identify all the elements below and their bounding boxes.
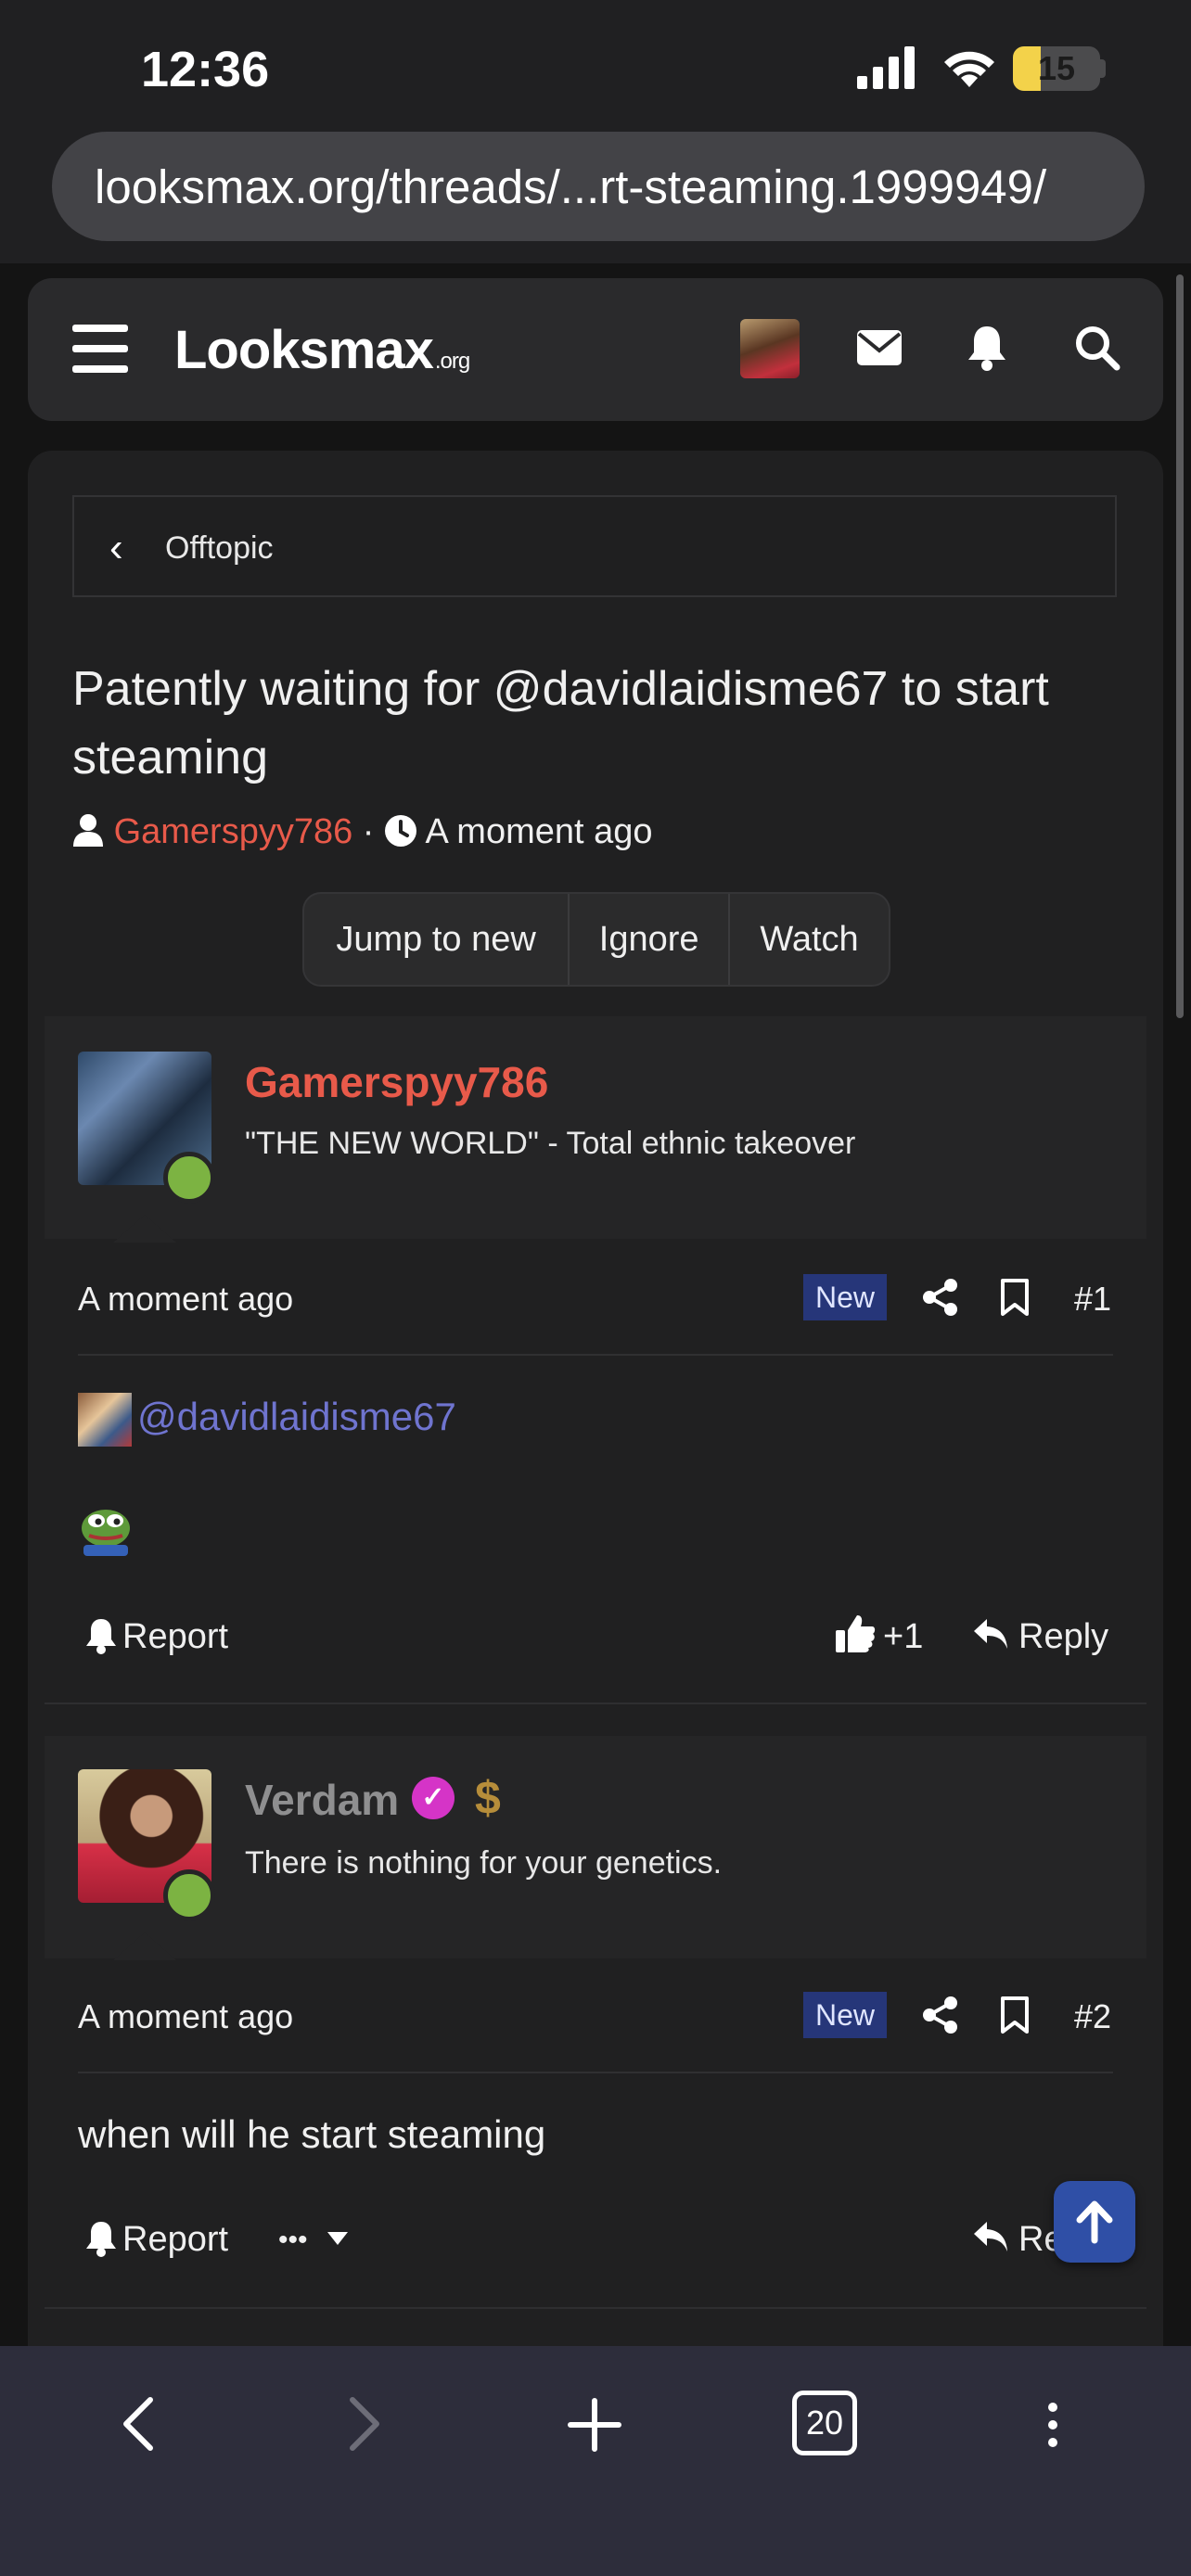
chevron-left-icon: ‹ <box>109 525 123 570</box>
logo-main: Looksmax <box>174 320 434 380</box>
status-time: 12:36 <box>141 42 270 97</box>
thumbs-up-icon[interactable] <box>835 1613 876 1654</box>
mail-icon[interactable] <box>857 330 902 365</box>
thread-author[interactable]: Gamerspyy786 <box>114 812 353 851</box>
bell-icon[interactable] <box>967 325 1007 371</box>
reply-icon[interactable] <box>972 1617 1009 1651</box>
arrow-up-icon <box>1076 2200 1113 2244</box>
thread-meta: Gamerspyy786 · A moment ago <box>72 812 653 852</box>
scroll-to-top-button[interactable] <box>1054 2181 1135 2263</box>
post-divider <box>45 2307 1146 2309</box>
logo-suffix: .org <box>434 349 470 374</box>
report-button[interactable]: Report <box>122 1617 228 1657</box>
share-icon[interactable] <box>922 1278 959 1317</box>
share-icon[interactable] <box>922 1996 959 2034</box>
account-avatar[interactable] <box>740 319 800 378</box>
bookmark-icon[interactable] <box>1000 1996 1030 2034</box>
mention-avatar <box>78 1393 132 1447</box>
menu-icon[interactable] <box>72 323 128 375</box>
scrollbar[interactable] <box>1176 274 1184 1018</box>
battery-cap <box>1100 59 1106 78</box>
header-notch <box>113 1215 176 1243</box>
watch-button[interactable]: Watch <box>730 894 889 985</box>
user-title: "THE NEW WORLD" - Total ethnic takeover <box>245 1126 856 1161</box>
jump-to-new-button[interactable]: Jump to new <box>304 894 570 985</box>
forward-icon <box>350 2397 379 2451</box>
post-divider <box>45 1702 1146 1704</box>
caret-down-icon[interactable] <box>327 2231 349 2246</box>
post-username[interactable]: Gamerspyy786 <box>245 1057 548 1107</box>
bell-icon <box>86 1619 116 1654</box>
divider <box>78 1354 1113 1356</box>
pepe-emoji-icon <box>82 1510 130 1556</box>
wifi-icon <box>944 51 994 87</box>
divider <box>78 2072 1113 2073</box>
thread-title: Patently waiting for @davidlaidisme67 to… <box>72 662 1049 784</box>
reply-button[interactable]: Reply <box>1018 1617 1108 1657</box>
post-time[interactable]: A moment ago <box>78 1997 293 2036</box>
user-icon <box>73 814 103 847</box>
new-badge: New <box>803 1274 887 1320</box>
ignore-button[interactable]: Ignore <box>570 894 731 985</box>
post-time[interactable]: A moment ago <box>78 1280 293 1319</box>
clock-icon <box>385 815 417 847</box>
post-body: when will he start steaming <box>78 2112 546 2156</box>
address-url[interactable]: looksmax.org/threads/...rt-steaming.1999… <box>95 159 1046 214</box>
more-menu-icon[interactable] <box>1043 2402 1063 2448</box>
header-notch <box>113 1932 176 1960</box>
thread-time[interactable]: A moment ago <box>425 812 652 851</box>
cellular-signal-icon <box>857 46 915 89</box>
like-count[interactable]: +1 <box>883 1617 923 1657</box>
user-title: There is nothing for your genetics. <box>245 1845 723 1881</box>
breadcrumb-label[interactable]: Offtopic <box>165 530 274 567</box>
report-button[interactable]: Report <box>122 2220 228 2260</box>
tab-count-button[interactable]: 20 <box>792 2391 857 2455</box>
reply-icon[interactable] <box>972 2220 1009 2253</box>
new-tab-icon[interactable] <box>568 2398 621 2452</box>
new-badge: New <box>803 1992 887 2038</box>
online-indicator <box>163 1152 215 1204</box>
user-mention[interactable]: @davidlaidisme67 <box>137 1395 456 1439</box>
site-logo[interactable]: Looksmax.org <box>174 319 470 381</box>
battery-icon: 15 <box>1013 46 1100 91</box>
browser-toolbar <box>0 2346 1191 2576</box>
battery-percent: 15 <box>1037 49 1076 87</box>
verified-icon: ✓ <box>412 1777 455 1819</box>
dollar-icon: $ <box>475 1772 501 1824</box>
bell-icon <box>86 2222 116 2257</box>
more-options-button[interactable]: ••• <box>278 2220 308 2261</box>
meta-separator: · <box>362 812 375 851</box>
back-icon[interactable] <box>119 2396 156 2452</box>
search-icon[interactable] <box>1074 325 1121 371</box>
post-username[interactable]: Verdam <box>245 1775 399 1825</box>
bookmark-icon[interactable] <box>1000 1278 1030 1317</box>
post-number[interactable]: #1 <box>1074 1280 1111 1319</box>
post-number[interactable]: #2 <box>1074 1997 1111 2036</box>
thread-actions: Jump to new Ignore Watch <box>302 892 890 987</box>
online-indicator <box>163 1869 215 1921</box>
